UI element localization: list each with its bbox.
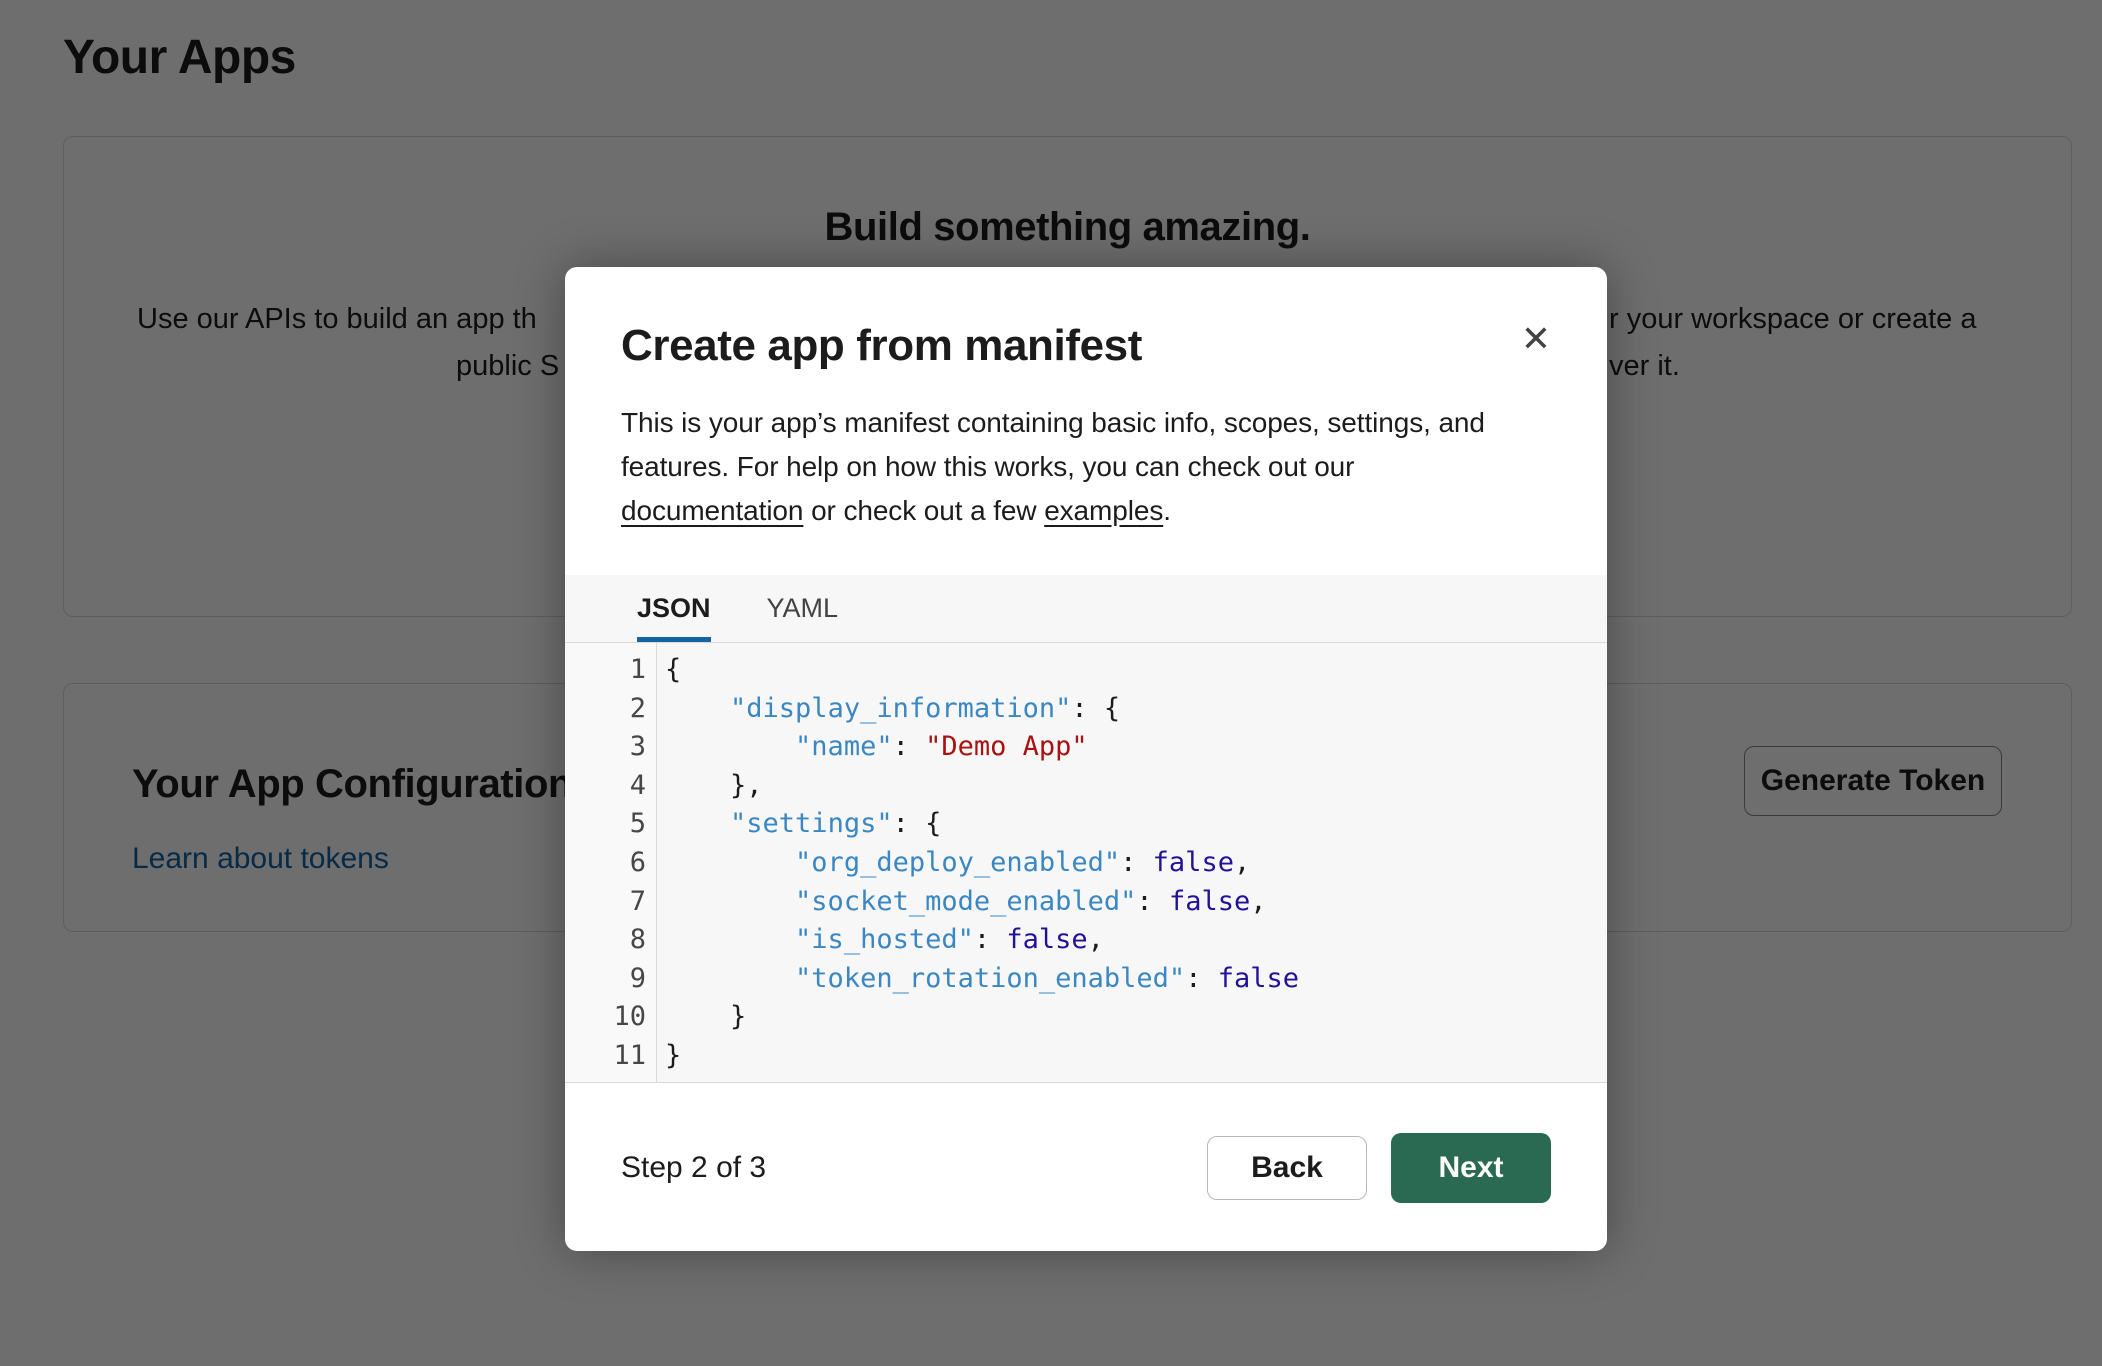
code-line: "org_deploy_enabled": false, xyxy=(665,844,1299,883)
description-text: features. For help on how this works, yo… xyxy=(621,451,1354,482)
documentation-link[interactable]: documentation xyxy=(621,495,803,526)
modal-description-line: documentation or check out a few example… xyxy=(621,489,1551,533)
code-line: "display_information": { xyxy=(665,690,1299,729)
modal-title: Create app from manifest xyxy=(565,267,1607,371)
back-button[interactable]: Back xyxy=(1207,1136,1367,1200)
next-button[interactable]: Next xyxy=(1391,1133,1551,1203)
code-editor[interactable]: 1234567891011 { "display_information": {… xyxy=(565,643,1607,1082)
examples-link[interactable]: examples xyxy=(1044,495,1163,526)
editor-tabs: JSON YAML xyxy=(565,575,1607,643)
modal-description-line: features. For help on how this works, yo… xyxy=(621,445,1551,489)
line-number: 11 xyxy=(565,1037,656,1076)
create-app-from-manifest-modal: Create app from manifest ✕ This is your … xyxy=(565,267,1607,1251)
line-number-gutter: 1234567891011 xyxy=(565,643,657,1082)
description-text: or check out a few xyxy=(803,495,1044,526)
your-apps-page: Your Apps Build something amazing. Use o… xyxy=(0,0,2102,1366)
step-indicator: Step 2 of 3 xyxy=(621,1151,766,1185)
line-number: 5 xyxy=(565,805,656,844)
line-number: 1 xyxy=(565,651,656,690)
footer-buttons: Back Next xyxy=(1207,1133,1551,1203)
tab-json[interactable]: JSON xyxy=(637,575,711,642)
line-number: 10 xyxy=(565,998,656,1037)
manifest-editor-panel: JSON YAML 1234567891011 { "display_inform… xyxy=(565,575,1607,1083)
line-number: 8 xyxy=(565,921,656,960)
description-text: This is your app’s manifest containing b… xyxy=(621,407,1485,438)
code-line: "token_rotation_enabled": false xyxy=(665,960,1299,999)
line-number: 3 xyxy=(565,728,656,767)
modal-description: This is your app’s manifest containing b… xyxy=(621,401,1551,533)
close-icon[interactable]: ✕ xyxy=(1517,317,1555,361)
code-line: } xyxy=(665,1037,1299,1076)
code-line: "settings": { xyxy=(665,805,1299,844)
code-lines: { "display_information": { "name": "Demo… xyxy=(657,643,1299,1082)
modal-description-line: This is your app’s manifest containing b… xyxy=(621,401,1551,445)
code-line: } xyxy=(665,998,1299,1037)
description-text: . xyxy=(1163,495,1171,526)
code-line: }, xyxy=(665,767,1299,806)
line-number: 9 xyxy=(565,960,656,999)
code-line: { xyxy=(665,651,1299,690)
code-line: "socket_mode_enabled": false, xyxy=(665,883,1299,922)
line-number: 2 xyxy=(565,690,656,729)
line-number: 6 xyxy=(565,844,656,883)
code-line: "name": "Demo App" xyxy=(665,728,1299,767)
line-number: 4 xyxy=(565,767,656,806)
line-number: 7 xyxy=(565,883,656,922)
code-line: "is_hosted": false, xyxy=(665,921,1299,960)
tab-yaml[interactable]: YAML xyxy=(767,575,839,642)
modal-footer: Step 2 of 3 Back Next xyxy=(565,1084,1607,1251)
